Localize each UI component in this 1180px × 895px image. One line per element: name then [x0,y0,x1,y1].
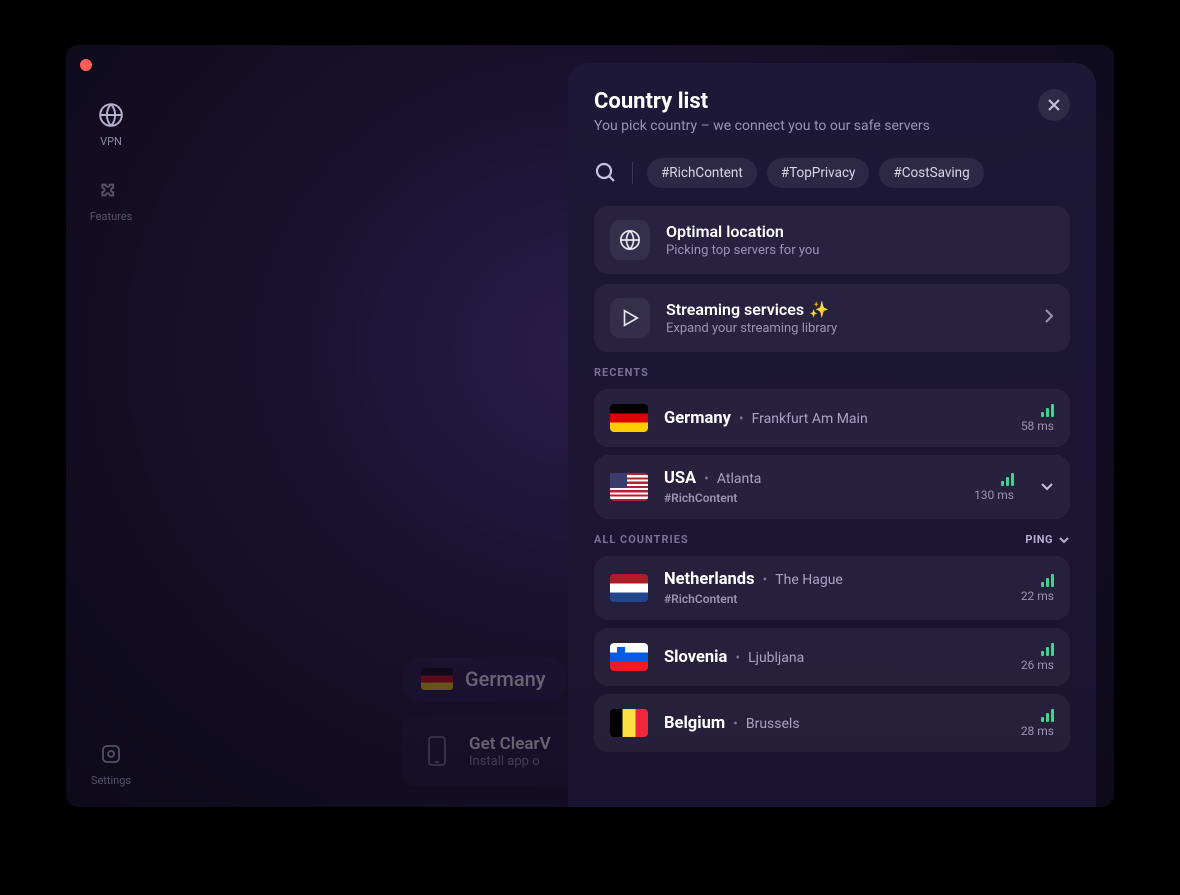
sparkle-icon: ✨ [809,300,829,319]
option-subtitle: Expand your streaming library [666,321,837,336]
current-country-badge: Germany [401,657,566,701]
country-city: Atlanta [717,471,762,487]
globe-icon [97,101,125,129]
chevron-down-icon [1058,535,1070,545]
panel-title: Country list [594,89,930,114]
country-tag: #RichContent [664,491,958,505]
recent-country-item[interactable]: USA•Atlanta#RichContent130 ms [594,455,1070,519]
streaming-services-option[interactable]: Streaming services ✨ Expand your streami… [594,284,1070,352]
chevron-down-icon[interactable] [1040,482,1054,492]
all-countries-label: ALL COUNTRIES [594,533,689,546]
country-name: Belgium [664,714,725,733]
sidebar-item-settings[interactable]: Settings [91,740,131,787]
globe-icon [610,220,650,260]
recent-country-item[interactable]: Germany•Frankfurt Am Main58 ms [594,389,1070,447]
signal-icon [1041,573,1054,587]
promo-title: Get ClearV [469,734,551,754]
search-button[interactable] [594,161,618,185]
option-title: Streaming services ✨ [666,300,837,319]
country-name: Slovenia [664,648,727,667]
promo-subtitle: Install app o [469,754,551,769]
search-icon [594,161,618,185]
nl-flag-icon [610,574,648,602]
signal-icon [1041,708,1054,722]
country-tag: #RichContent [664,592,1005,606]
search-row: #RichContent #TopPrivacy #CostSaving [594,158,1070,188]
ping-sort-label: PING [1025,533,1053,546]
settings-icon [97,740,125,768]
sidebar-item-vpn[interactable]: VPN [97,101,125,148]
be-flag-icon [610,709,648,737]
country-city: Frankfurt Am Main [752,411,868,427]
option-title: Optimal location [666,222,819,241]
country-item[interactable]: Slovenia•Ljubljana26 ms [594,628,1070,686]
signal-icon [1041,403,1054,417]
panel-subtitle: You pick country – we connect you to our… [594,118,930,134]
filter-tag-richcontent[interactable]: #RichContent [647,158,757,188]
signal-icon [1001,472,1014,486]
current-country-label: Germany [465,667,546,691]
country-name: Netherlands [664,570,755,589]
ping-value: 22 ms [1021,589,1054,603]
sidebar-item-label: Features [90,210,133,223]
phone-icon [419,733,455,769]
ping-value: 28 ms [1021,724,1054,738]
filter-tag-topprivacy[interactable]: #TopPrivacy [767,158,870,188]
country-city: The Hague [775,572,843,588]
sidebar-item-label: Settings [91,774,131,787]
sidebar-item-features[interactable]: Features [90,176,133,223]
close-icon [1047,98,1061,112]
si-flag-icon [610,643,648,671]
germany-flag-icon [421,668,453,690]
close-panel-button[interactable] [1038,89,1070,121]
country-city: Brussels [746,716,800,732]
optimal-location-option[interactable]: Optimal location Picking top servers for… [594,206,1070,274]
ping-sort-button[interactable]: PING [1025,533,1070,546]
country-item[interactable]: Belgium•Brussels28 ms [594,694,1070,752]
play-icon [610,298,650,338]
de-flag-icon [610,404,648,432]
country-city: Ljubljana [748,650,804,666]
country-list-panel: Country list You pick country – we conne… [568,63,1096,807]
country-name: USA [664,469,696,488]
app-window: VPN Features Settings Germany [66,45,1114,807]
sidebar: VPN Features Settings [66,45,156,807]
ping-value: 58 ms [1021,419,1054,433]
puzzle-icon [97,176,125,204]
sidebar-item-label: VPN [100,135,122,148]
recents-label: RECENTS [594,366,649,379]
divider [632,162,633,184]
us-flag-icon [610,473,648,501]
signal-icon [1041,642,1054,656]
ping-value: 26 ms [1021,658,1054,672]
chevron-right-icon [1044,308,1054,328]
filter-tag-costsaving[interactable]: #CostSaving [879,158,983,188]
country-item[interactable]: Netherlands•The Hague#RichContent22 ms [594,556,1070,620]
country-name: Germany [664,409,731,428]
option-subtitle: Picking top servers for you [666,243,819,258]
ping-value: 130 ms [974,488,1014,502]
